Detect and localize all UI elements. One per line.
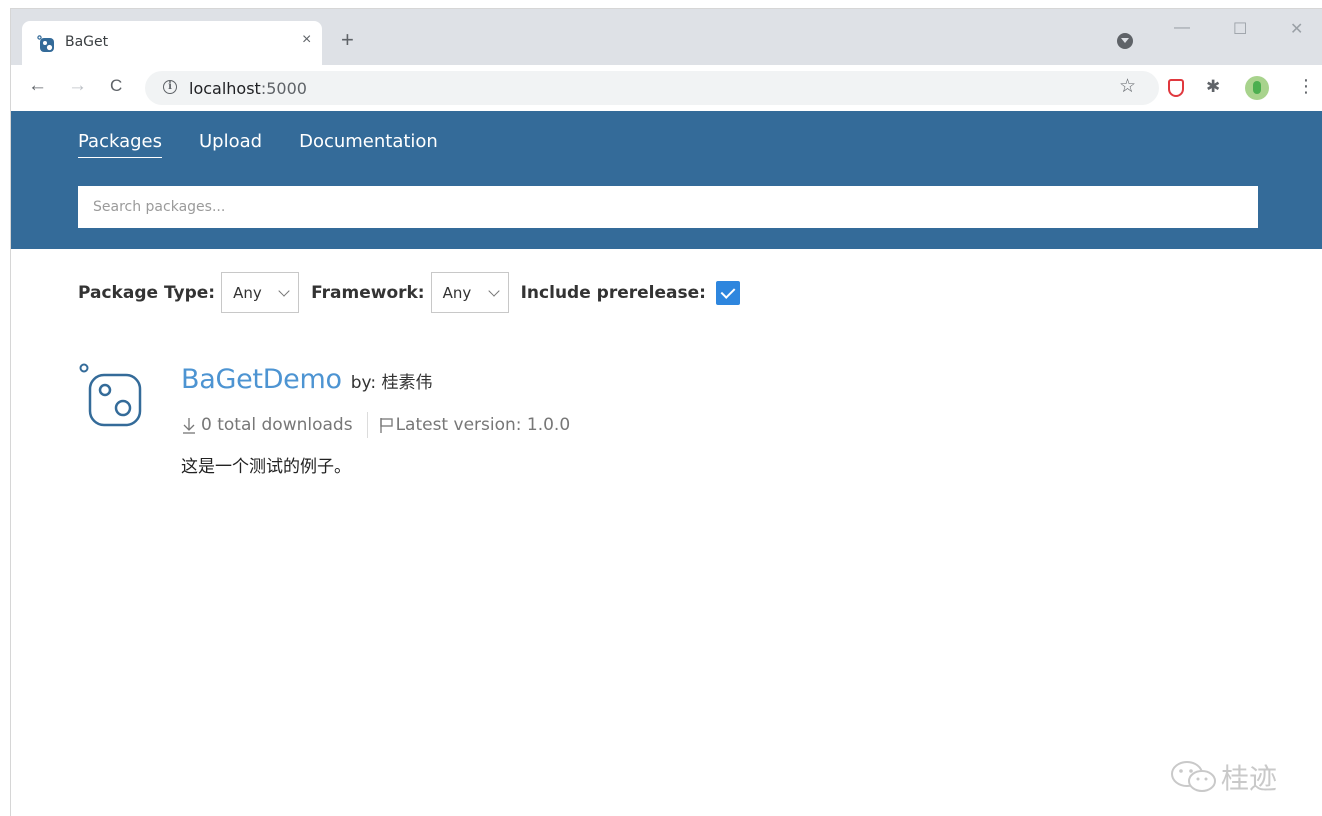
browser-toolbar: ← → C i localhost:5000 ☆ ✱ ⋮ — [11, 65, 1322, 111]
address-bar[interactable]: i localhost:5000 — [145, 71, 1159, 105]
package-name-link[interactable]: BaGetDemo — [181, 364, 342, 395]
chevron-down-icon — [278, 284, 290, 297]
nav-upload[interactable]: Upload — [199, 131, 262, 158]
meta-divider — [366, 412, 368, 438]
maximize-button[interactable]: ☐ — [1233, 19, 1247, 39]
site-header: Packages Upload Documentation — [11, 111, 1322, 249]
nav-documentation[interactable]: Documentation — [299, 131, 438, 158]
package-meta: 0 total downloads Latest version: 1.0.0 — [181, 412, 570, 438]
nav-packages[interactable]: Packages — [78, 131, 162, 158]
new-tab-button[interactable]: + — [341, 29, 354, 51]
minimize-button[interactable]: — — [1174, 19, 1190, 37]
prerelease-label: Include prerelease: — [520, 282, 706, 303]
watermark-text: 桂迹 — [1221, 762, 1278, 795]
filter-bar: Package Type: Any Framework: Any Include… — [78, 272, 740, 313]
package-type-label: Package Type: — [78, 282, 216, 303]
tab-title: BaGet — [65, 34, 109, 50]
info-icon[interactable]: i — [163, 80, 177, 94]
reload-button[interactable]: C — [110, 76, 122, 96]
extensions-puzzle-icon[interactable]: ✱ — [1206, 77, 1220, 97]
arrow-down-icon — [183, 418, 195, 434]
tab-search-icon[interactable] — [1117, 33, 1133, 49]
tab-strip: BaGet × + — ☐ ✕ — [11, 9, 1322, 65]
chevron-down-icon — [487, 284, 500, 297]
watermark: 桂迹 — [1169, 757, 1277, 797]
baget-logo-icon — [37, 35, 54, 52]
url-host: localhost — [189, 79, 261, 98]
url-port: :5000 — [260, 79, 307, 98]
url-text[interactable]: localhost:5000 — [189, 79, 307, 98]
package-logo-icon — [79, 363, 142, 427]
profile-avatar[interactable] — [1245, 76, 1269, 100]
bookmark-star-icon[interactable]: ☆ — [1119, 75, 1136, 98]
package-downloads: 0 total downloads — [201, 415, 353, 435]
window-close-button[interactable]: ✕ — [1290, 19, 1303, 39]
extension-shield-icon[interactable] — [1168, 79, 1184, 97]
package-title-row: BaGetDemo by: 桂素伟 — [181, 364, 432, 395]
search-input[interactable] — [78, 186, 1258, 228]
back-button[interactable]: ← — [28, 75, 47, 97]
main-nav: Packages Upload Documentation — [78, 131, 438, 158]
package-type-select[interactable]: Any — [221, 272, 300, 313]
browser-menu-icon[interactable]: ⋮ — [1297, 77, 1315, 95]
framework-value: Any — [442, 283, 472, 302]
tab-baget[interactable]: BaGet × — [22, 21, 322, 65]
framework-select[interactable]: Any — [430, 272, 509, 313]
framework-label: Framework: — [311, 282, 425, 303]
package-description: 这是一个测试的例子。 — [181, 457, 351, 477]
package-latest-version: Latest version: 1.0.0 — [395, 415, 571, 435]
tab-close-icon[interactable]: × — [302, 31, 311, 49]
flag-icon — [379, 418, 393, 433]
package-author: by: 桂素伟 — [350, 373, 433, 393]
browser-window: BaGet × + — ☐ ✕ ← → C i localhost:5000 ☆… — [10, 8, 1322, 816]
prerelease-checkbox[interactable] — [715, 280, 740, 305]
package-type-value: Any — [233, 283, 262, 302]
wechat-icon — [1171, 761, 1216, 792]
forward-button[interactable]: → — [68, 75, 87, 97]
